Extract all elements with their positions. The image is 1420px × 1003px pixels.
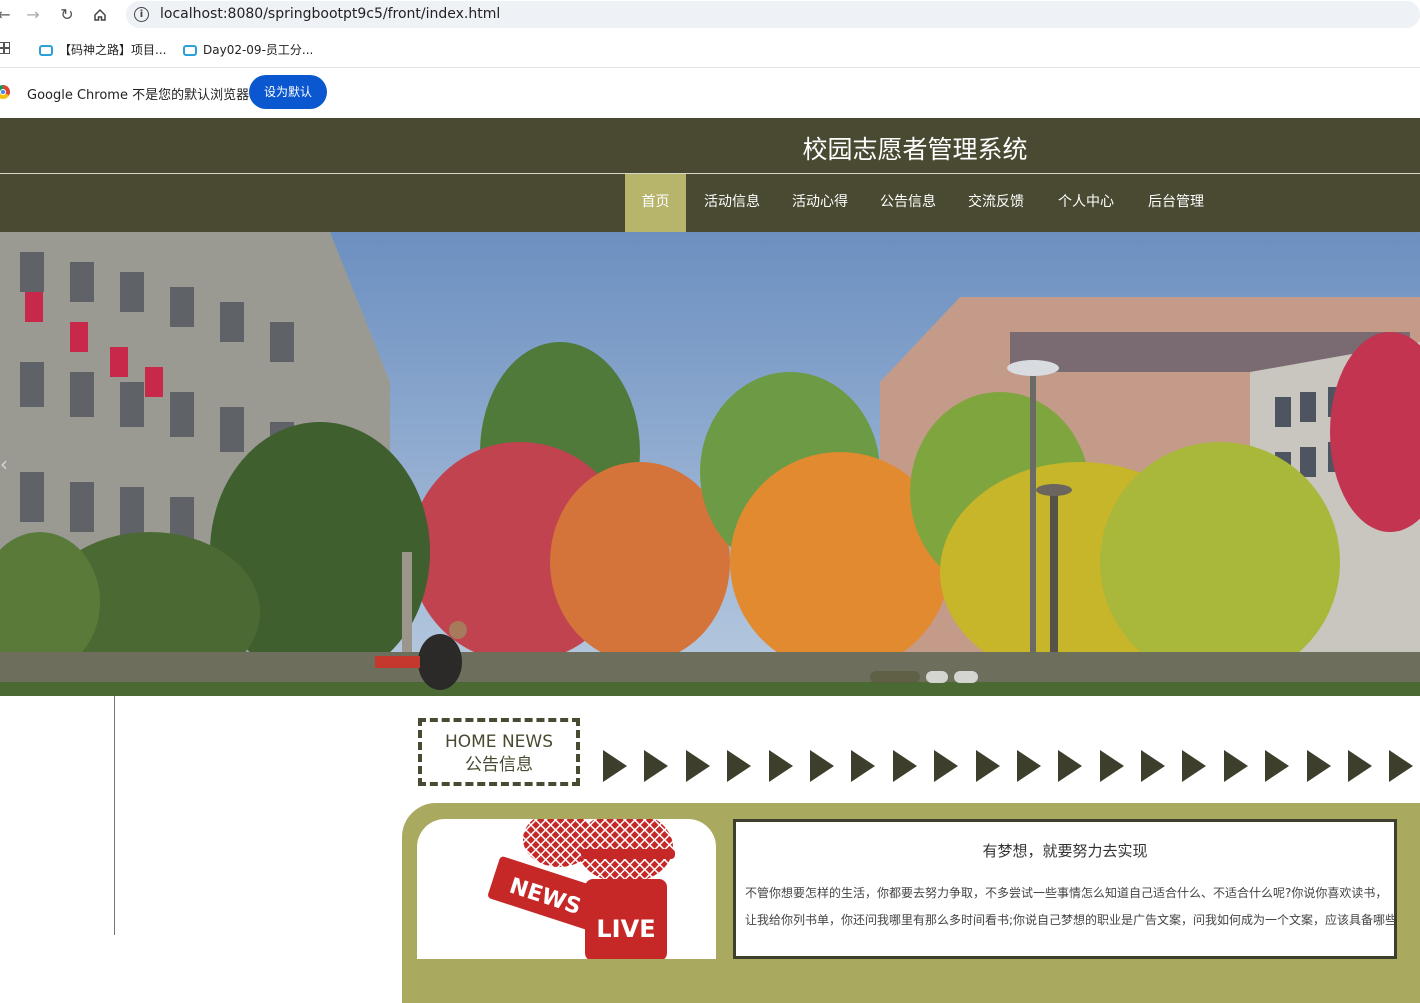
infobar-message: Google Chrome 不是您的默认浏览器 (27, 88, 250, 103)
news-heading-en: HOME NEWS (444, 732, 554, 752)
bilibili-icon (39, 45, 53, 56)
set-default-button[interactable]: 设为默认 (249, 75, 327, 109)
bookmark-label: Day02-09-员工分... (203, 43, 314, 57)
triangle-right-icon (1016, 750, 1041, 782)
divider (0, 67, 1420, 68)
bookmark-item[interactable]: Day02-09-员工分... (183, 41, 313, 58)
news-article[interactable]: 有梦想，就要努力去实现 不管你想要怎样的生活，你都要去努力争取，不多尝试一些事情… (733, 819, 1397, 959)
url-text[interactable]: localhost:8080/springbootpt9c5/front/ind… (160, 6, 500, 22)
triangle-right-icon (1306, 750, 1331, 782)
nav-item-profile[interactable]: 个人中心 (1050, 174, 1122, 232)
triangle-right-icon (603, 750, 627, 782)
triangle-right-icon (768, 750, 793, 782)
chevron-left-icon[interactable]: ‹ (0, 452, 8, 476)
forward-icon[interactable]: → (23, 5, 43, 25)
triangle-right-icon (851, 750, 876, 782)
triangle-right-icon (685, 750, 710, 782)
nav-item-announcements[interactable]: 公告信息 (872, 174, 944, 232)
article-body: 不管你想要怎样的生活，你都要去努力争取，不多尝试一些事情怎么知道自己适合什么、不… (745, 880, 1395, 934)
triangle-right-icon (1223, 750, 1248, 782)
browser-address-bar: ← → ↻ i localhost:8080/springbootpt9c5/f… (0, 0, 1420, 30)
news-live-icon: NEWS LIVE (488, 819, 675, 959)
triangle-right-icon (1348, 750, 1373, 782)
carousel-dot[interactable] (954, 671, 978, 683)
triangle-right-icon (975, 750, 1000, 782)
banner-carousel[interactable] (0, 232, 1420, 696)
nav-item-home[interactable]: 首页 (625, 174, 686, 232)
live-image-text: LIVE (596, 915, 655, 943)
article-line: 让我给你列书单，你还问我哪里有那么多时间看书;你说自己梦想的职业是广告文案，问我… (745, 913, 1395, 927)
bookmark-label: 【码神之路】项目... (59, 43, 167, 57)
nav-item-activities[interactable]: 活动信息 (696, 174, 768, 232)
apps-icon[interactable] (0, 42, 10, 54)
triangle-right-icon (1099, 750, 1124, 782)
triangle-right-icon (809, 750, 834, 782)
bilibili-icon (183, 45, 197, 56)
news-heading: HOME NEWS 公告信息 (418, 718, 580, 786)
nav-item-feedback[interactable]: 交流反馈 (960, 174, 1032, 232)
triangle-right-icon (1389, 750, 1414, 782)
divider (114, 696, 115, 935)
news-image[interactable]: NEWS LIVE (417, 819, 716, 959)
article-line: 不管你想要怎样的生活，你都要去努力争取，不多尝试一些事情怎么知道自己适合什么、不… (745, 886, 1388, 900)
triangle-right-icon (727, 750, 752, 782)
site-title: 校园志愿者管理系统 (802, 135, 1028, 164)
triangle-right-icon (1058, 750, 1083, 782)
triangle-right-icon (1182, 750, 1207, 782)
carousel-dot-active[interactable] (870, 671, 920, 683)
chrome-icon (0, 85, 10, 99)
triangle-right-icon (1141, 750, 1166, 782)
article-title[interactable]: 有梦想，就要努力去实现 (736, 840, 1394, 861)
decorative-arrows (603, 750, 1420, 784)
back-icon[interactable]: ← (0, 5, 14, 25)
triangle-right-icon (934, 750, 959, 782)
campus-photo (0, 232, 1420, 696)
news-heading-cn: 公告信息 (465, 755, 533, 775)
site-info-icon[interactable]: i (134, 7, 149, 22)
nav-item-admin[interactable]: 后台管理 (1140, 174, 1212, 232)
triangle-right-icon (644, 750, 669, 782)
bookmark-item[interactable]: 【码神之路】项目... (39, 41, 166, 58)
triangle-right-icon (1265, 750, 1290, 782)
home-icon[interactable] (90, 5, 110, 25)
triangle-right-icon (892, 750, 917, 782)
nav-item-activity-notes[interactable]: 活动心得 (784, 174, 856, 232)
reload-icon[interactable]: ↻ (57, 5, 77, 25)
carousel-dot[interactable] (926, 671, 948, 683)
